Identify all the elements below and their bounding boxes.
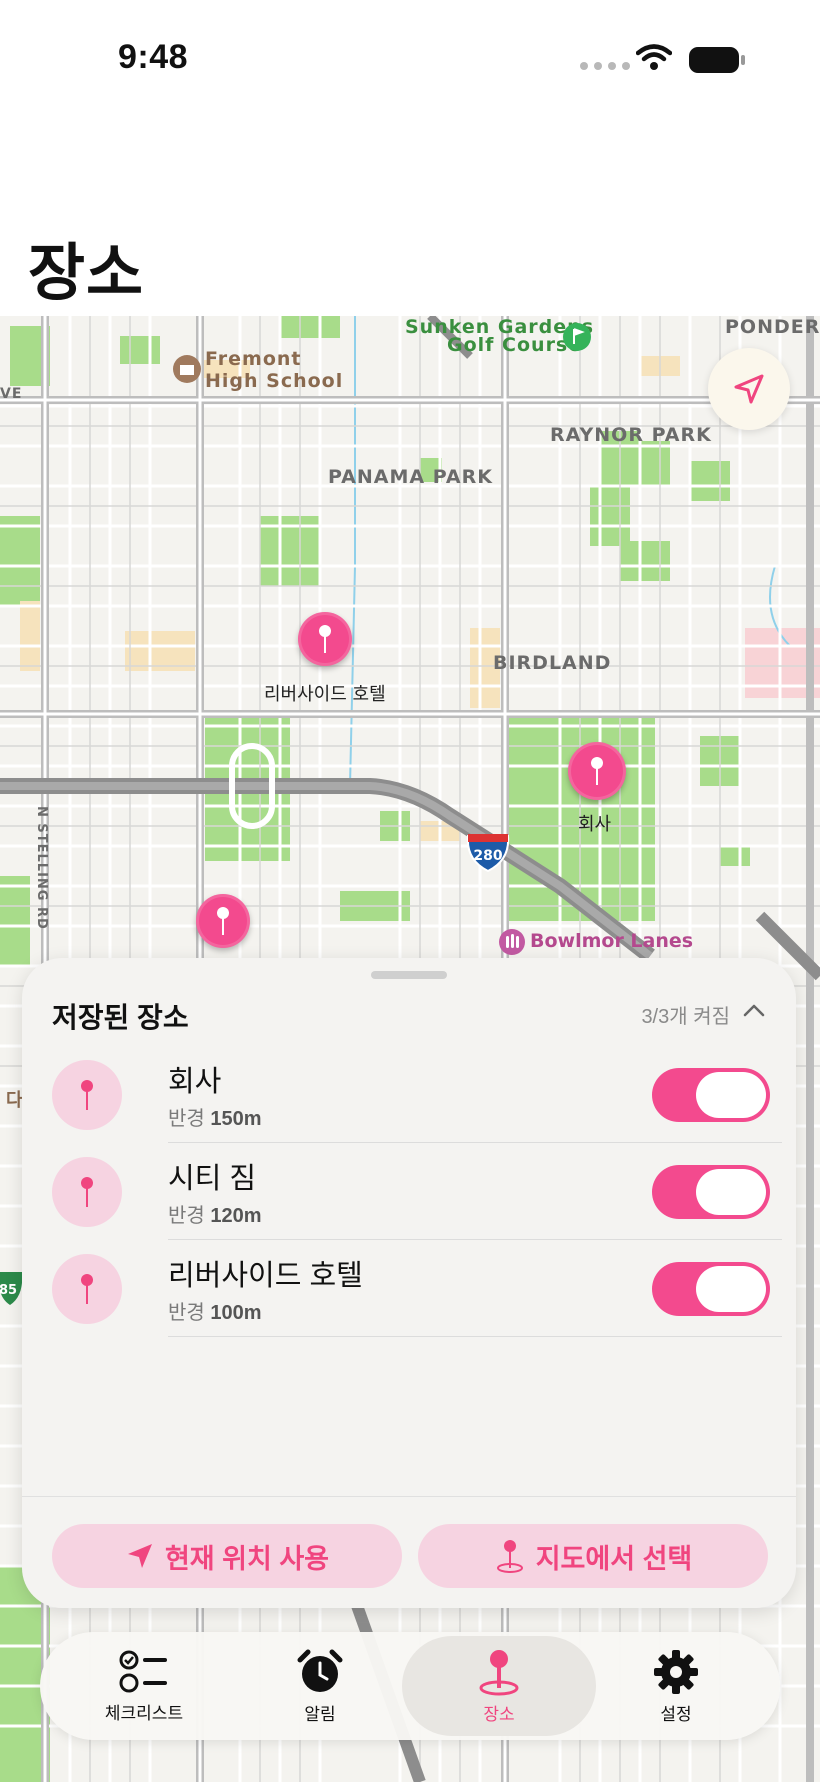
tab-places[interactable]: 장소 [402,1636,596,1736]
map-pin-icon [81,1080,93,1110]
radius-prefix: 반경 [168,1302,205,1324]
wifi-icon [636,44,672,70]
toggle-knob [696,1266,766,1312]
tab-label: 장소 [483,1704,515,1724]
battery-icon [689,47,745,73]
toggle-knob [696,1072,766,1118]
map-label-ponderosa: PONDEROS [725,316,820,338]
tab-checklist[interactable]: 체크리스트 [54,1632,234,1740]
map-pin-icon [319,625,331,653]
gear-icon [654,1649,698,1694]
map-label-panama: PANAMA PARK [328,466,493,488]
map-label-highschool: High School [205,370,344,392]
sheet-title: 저장된 장소 [52,1002,189,1033]
highway-85-label: 85 [0,1283,17,1298]
map-pin-riverside[interactable] [298,612,352,666]
tab-bar: 체크리스트 알림 장소 설정 [40,1632,780,1740]
map-pin-office[interactable] [568,742,626,800]
map-label-stelling: N STELLING RD [34,806,49,930]
place-radius: 반경 100m [168,1296,262,1325]
page-title: 장소 [28,239,145,308]
place-name: 리버사이드 호텔 [168,1260,363,1292]
place-icon [52,1254,122,1324]
cellular-signal-icon [580,62,630,70]
highway-280-shield: 280 [466,834,510,872]
place-toggle[interactable] [652,1262,770,1316]
place-name: 시티 짐 [168,1163,257,1195]
use-current-location-button[interactable]: 현재 위치 사용 [52,1524,402,1588]
highway-280-label: 280 [473,848,502,864]
tab-label: 설정 [660,1704,692,1724]
tab-alarms[interactable]: 알림 [230,1632,410,1740]
golf-icon [563,323,591,351]
place-row-city-gym[interactable]: 시티 짐 반경 120m [52,1143,782,1240]
map-pin-gym[interactable] [196,894,250,948]
map-label-ve: VE [0,386,23,402]
locate-me-button[interactable] [708,348,790,430]
place-row-riverside-hotel[interactable]: 리버사이드 호텔 반경 100m [52,1240,782,1337]
map-label-raynor: RAYNOR PARK [550,424,712,446]
enabled-count: 3/3개 켜짐 [641,1006,730,1028]
radius-prefix: 반경 [168,1108,205,1130]
map-pin-label-riverside: 리버사이드 호텔 [264,684,386,705]
tab-label: 체크리스트 [104,1703,184,1723]
map-label-fremont: Fremont [205,348,302,370]
place-radius: 반경 120m [168,1199,262,1228]
map-pin-icon [81,1274,93,1304]
place-radius: 반경 150m [168,1102,262,1131]
location-arrow-icon [127,1544,152,1568]
school-icon [173,355,201,383]
use-current-location-label: 현재 위치 사용 [164,1543,330,1574]
map-label-edge-left: 다 [6,1090,24,1111]
tab-settings[interactable]: 설정 [586,1632,766,1740]
saved-places-sheet: 저장된 장소 3/3개 켜짐 회사 반경 150m 시티 짐 반경 120m 리… [22,958,796,1608]
radius-value: 150m [210,1108,262,1130]
map-pin-icon [591,757,603,785]
place-toggle[interactable] [652,1068,770,1122]
radius-prefix: 반경 [168,1205,205,1227]
map-pin-icon [479,1649,519,1695]
checklist-icon [119,1650,167,1692]
radius-value: 120m [210,1205,262,1227]
map-pin-icon [496,1540,523,1573]
map-pin-icon [81,1177,93,1207]
map-label-bowlmor: Bowlmor Lanes [530,930,694,952]
place-row-office[interactable]: 회사 반경 150m [52,1046,782,1143]
map-label-birdland: BIRDLAND [493,652,612,674]
sheet-divider [22,1496,796,1497]
sheet-grabber[interactable] [371,971,447,979]
alarm-clock-icon [297,1649,343,1692]
bowling-icon [499,929,525,955]
toggle-knob [696,1169,766,1215]
place-name: 회사 [168,1066,222,1098]
divider [168,1336,782,1337]
highway-85-shield: 85 [0,1272,23,1305]
map-pin-icon [217,907,229,935]
radius-value: 100m [210,1302,262,1324]
chevron-up-icon[interactable] [742,1002,766,1018]
status-time: 9:48 [118,38,189,76]
location-arrow-icon [734,374,764,404]
status-bar: 9:48 [0,0,820,120]
tab-label: 알림 [304,1704,336,1724]
pick-on-map-button[interactable]: 지도에서 선택 [418,1524,768,1588]
pick-on-map-label: 지도에서 선택 [535,1543,693,1574]
place-icon [52,1060,122,1130]
map-pin-label-office: 회사 [578,814,612,835]
place-toggle[interactable] [652,1165,770,1219]
place-icon [52,1157,122,1227]
